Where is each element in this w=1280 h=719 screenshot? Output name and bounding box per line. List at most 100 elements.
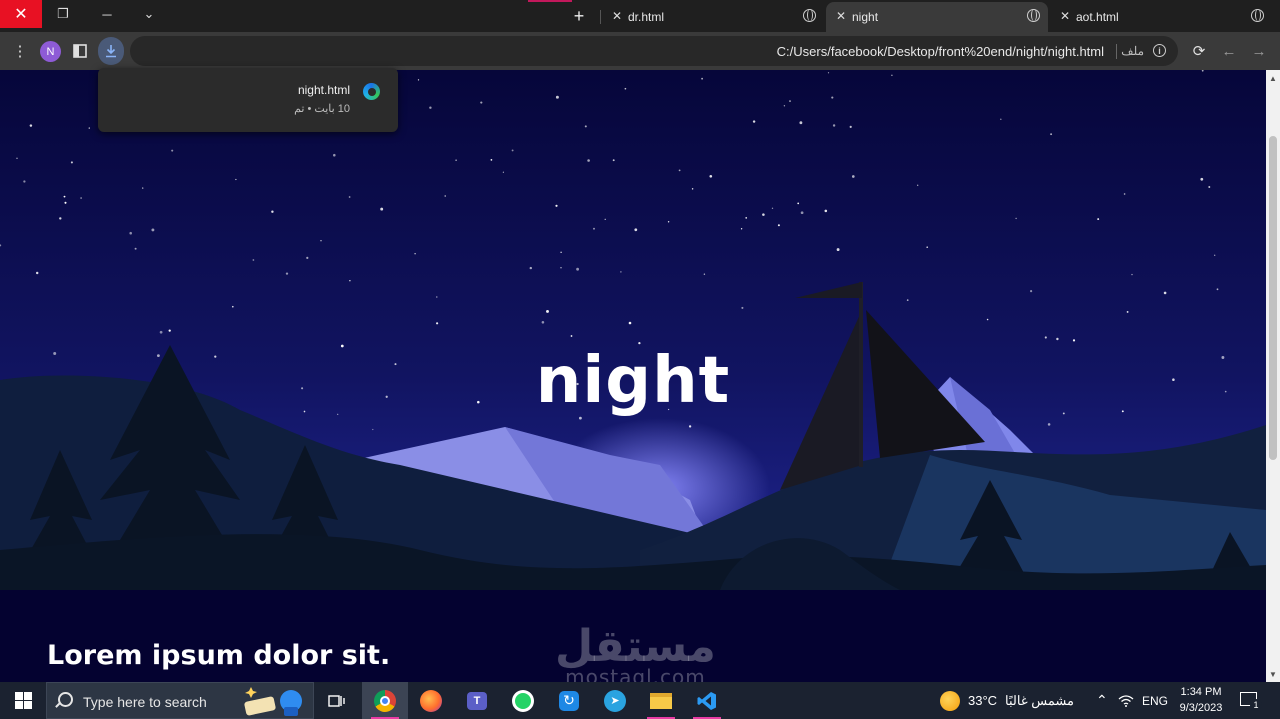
taskbar-teams[interactable]: T <box>454 682 500 719</box>
tab-title: aot.html <box>1076 10 1119 24</box>
star <box>1030 290 1033 293</box>
star <box>1072 339 1076 342</box>
star <box>541 321 545 324</box>
new-tab-button[interactable]: + <box>566 4 592 28</box>
search-placeholder: Type here to search <box>83 694 207 710</box>
star <box>151 228 155 232</box>
tab-aot[interactable]: ✕ aot.html <box>1050 2 1272 30</box>
star <box>414 253 416 255</box>
star <box>827 72 830 74</box>
address-bar[interactable]: C:/Users/facebook/Desktop/front%20end/ni… <box>130 36 1178 66</box>
star <box>80 197 82 199</box>
star <box>271 210 274 213</box>
info-icon[interactable]: i <box>1153 44 1166 57</box>
tab-title: night <box>852 10 879 24</box>
back-arrow-icon[interactable]: ← <box>1219 41 1239 61</box>
star <box>891 74 893 77</box>
search-icon <box>58 692 73 707</box>
taskbar-firefox[interactable] <box>408 682 454 719</box>
star <box>691 188 694 190</box>
downloads-button[interactable] <box>98 37 124 65</box>
page-scrollbar[interactable]: ▲ ▼ <box>1266 70 1280 682</box>
notification-icon[interactable]: 1 <box>1240 692 1262 711</box>
download-file-meta: 10 بايت • تم <box>294 103 350 115</box>
window-minimize-button[interactable]: ─ <box>86 0 128 28</box>
window-close-button[interactable]: ✕ <box>0 0 42 28</box>
star <box>529 266 532 270</box>
star <box>800 211 804 215</box>
star <box>348 196 351 198</box>
star <box>1097 218 1100 221</box>
star <box>1123 193 1126 195</box>
taskbar-whatsapp[interactable] <box>500 682 546 719</box>
scroll-down-icon[interactable]: ▼ <box>1266 668 1280 680</box>
scroll-thumb[interactable] <box>1269 136 1277 460</box>
tab-search-button[interactable]: ⌄ <box>128 0 170 28</box>
url-text[interactable]: C:/Users/facebook/Desktop/front%20end/ni… <box>777 44 1104 59</box>
close-icon[interactable]: ✕ <box>1060 9 1070 23</box>
edge-file-icon <box>363 83 380 100</box>
tab-night[interactable]: ✕ night <box>826 2 1048 32</box>
taskbar-vscode[interactable] <box>684 682 730 719</box>
notification-count: 1 <box>1250 699 1262 711</box>
download-file-name[interactable]: night.html <box>298 83 350 97</box>
taskbar-telegram[interactable]: ➤ <box>592 682 638 719</box>
star <box>612 159 615 162</box>
taskbar-chrome[interactable] <box>362 682 408 719</box>
window-restore-button[interactable]: ❐ <box>42 0 84 28</box>
star <box>620 271 622 273</box>
task-view-button[interactable] <box>314 682 360 719</box>
reload-icon[interactable]: ⟳ <box>1189 41 1209 61</box>
url-divider <box>1116 44 1117 59</box>
firefox-icon <box>420 689 442 712</box>
star <box>380 207 384 211</box>
star <box>740 228 743 230</box>
sync-icon: ↻ <box>559 690 579 711</box>
star <box>701 77 703 80</box>
menu-icon[interactable]: ⋮ <box>10 41 30 61</box>
star <box>555 95 559 99</box>
star <box>752 120 756 123</box>
star <box>831 96 834 99</box>
teams-icon: T <box>467 691 487 710</box>
star <box>546 309 549 313</box>
star <box>799 121 803 125</box>
folder-icon <box>650 692 672 709</box>
star <box>436 322 439 325</box>
clock-date: 9/3/2023 <box>1179 702 1223 714</box>
star <box>624 87 627 90</box>
star <box>64 201 67 204</box>
star <box>1056 337 1059 341</box>
sidebar-icon[interactable] <box>70 41 90 61</box>
tab-dr[interactable]: ✕ dr.html <box>602 2 824 30</box>
web-page: night Lorem ipsum dolor sit. مستقل mosta… <box>0 70 1266 682</box>
tab-separator <box>600 10 601 24</box>
close-icon[interactable]: ✕ <box>612 9 622 23</box>
task-view-icon <box>328 694 345 707</box>
watermark-latin: mostaql.com <box>565 665 706 682</box>
taskbar-sync-app[interactable]: ↻ <box>546 682 592 719</box>
language-indicator[interactable]: ENG <box>1142 682 1168 719</box>
star <box>134 247 137 250</box>
star <box>560 267 562 269</box>
wifi-icon[interactable] <box>1118 682 1134 719</box>
star <box>502 171 504 173</box>
profile-avatar[interactable]: N <box>40 41 61 62</box>
star <box>741 306 744 309</box>
star <box>235 178 237 181</box>
star <box>851 175 855 178</box>
taskbar-file-explorer[interactable] <box>638 682 684 719</box>
system-clock[interactable]: 1:34 PM 9/3/2023 <box>1170 684 1232 716</box>
close-icon[interactable]: ✕ <box>836 9 846 23</box>
scroll-up-icon[interactable]: ▲ <box>1266 72 1280 84</box>
star <box>634 228 638 232</box>
weather-widget[interactable]: 33°C مشمس غالبًا <box>940 682 1074 719</box>
telegram-icon: ➤ <box>604 689 626 712</box>
star <box>23 180 26 183</box>
chevron-up-icon[interactable]: ⌃ <box>1096 682 1108 719</box>
star <box>1208 186 1211 188</box>
star <box>1200 177 1204 181</box>
taskbar-search[interactable]: Type here to search <box>46 682 314 719</box>
start-button[interactable] <box>0 682 46 719</box>
forward-arrow-icon[interactable]: → <box>1249 41 1269 61</box>
